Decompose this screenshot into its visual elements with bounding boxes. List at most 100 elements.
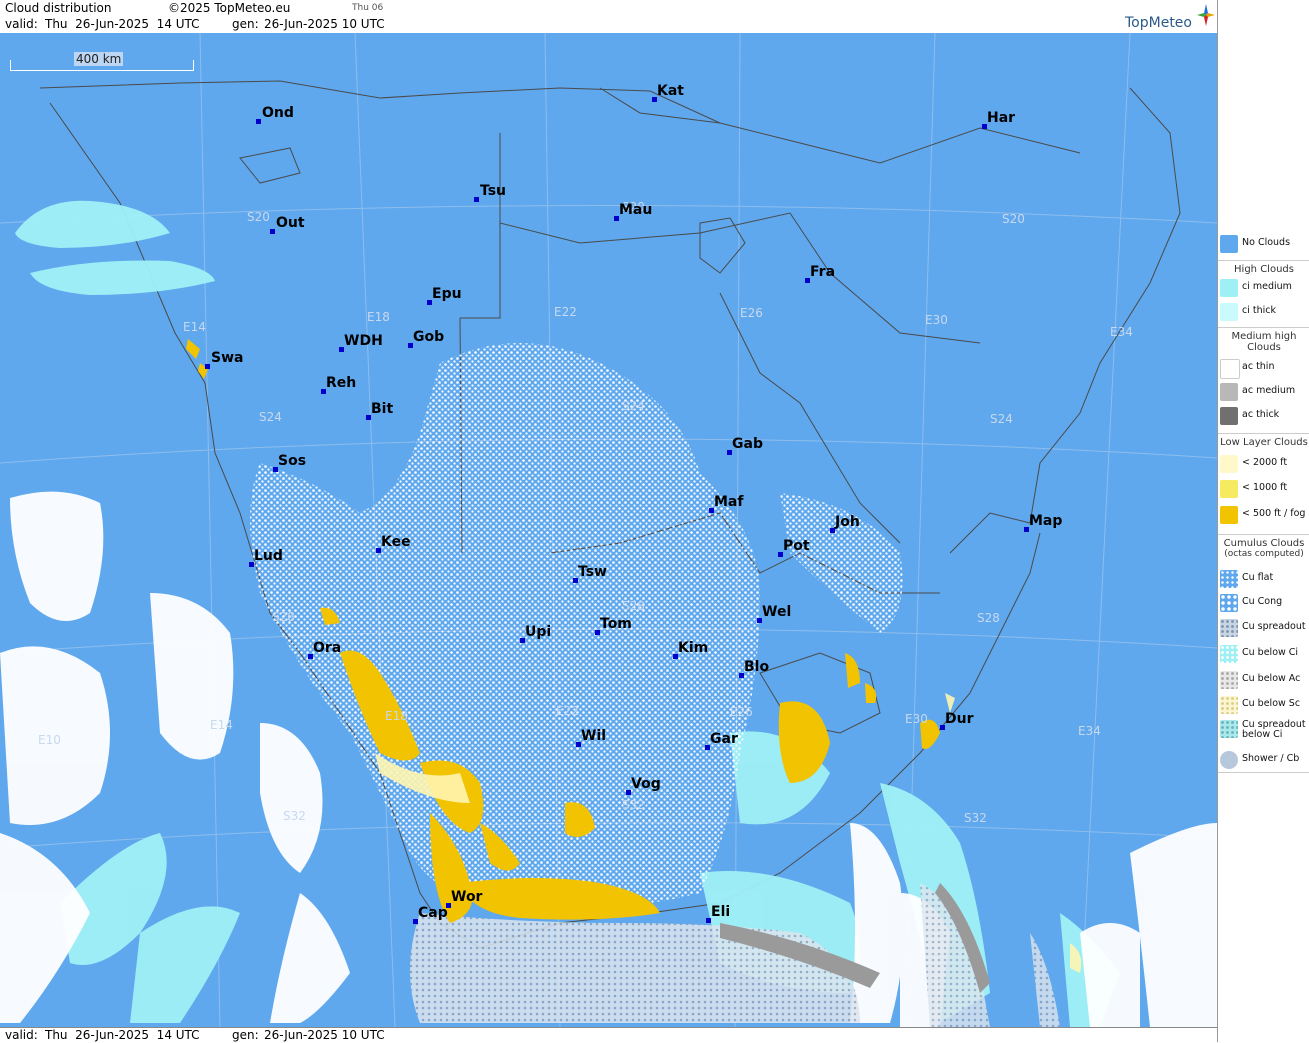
legend-swatch bbox=[1220, 359, 1240, 379]
grid-label-lon: E18 bbox=[385, 709, 408, 723]
legend-cu-below-sc: Cu below Sc bbox=[1218, 694, 1309, 716]
grid-label-lat: S20 bbox=[247, 210, 270, 224]
city-marker[interactable]: Maf bbox=[709, 494, 743, 513]
city-marker[interactable]: Mau bbox=[614, 202, 652, 221]
legend-low-1000: < 1000 ft bbox=[1218, 478, 1309, 500]
scale-bar-label: 400 km bbox=[74, 52, 124, 66]
grid-label-lon: E14 bbox=[183, 320, 206, 334]
city-marker[interactable]: Gab bbox=[727, 436, 763, 455]
city-marker[interactable]: Dur bbox=[940, 711, 974, 730]
city-dot-icon bbox=[614, 216, 619, 221]
grid-label-lon: E26 bbox=[740, 306, 763, 320]
copyright-text: ©2025 TopMeteo.eu bbox=[168, 1, 291, 15]
legend-swatch bbox=[1220, 720, 1238, 738]
city-dot-icon bbox=[757, 618, 762, 623]
city-marker[interactable]: Har bbox=[982, 110, 1015, 129]
city-marker[interactable]: Wil bbox=[576, 728, 606, 747]
city-dot-icon bbox=[321, 389, 326, 394]
city-marker[interactable]: Ora bbox=[308, 640, 341, 659]
city-dot-icon bbox=[626, 790, 631, 795]
city-marker[interactable]: Gob bbox=[408, 329, 444, 348]
grid-label-lat: S28 bbox=[622, 599, 645, 613]
city-marker[interactable]: Gar bbox=[705, 731, 738, 750]
city-dot-icon bbox=[366, 415, 371, 420]
city-dot-icon bbox=[673, 654, 678, 659]
grid-label-lat: S28 bbox=[272, 610, 295, 624]
city-dot-icon bbox=[408, 343, 413, 348]
legend-swatch bbox=[1220, 506, 1238, 524]
city-marker[interactable]: Reh bbox=[321, 375, 356, 394]
grid-label-lon: E10 bbox=[38, 733, 61, 747]
city-marker[interactable]: Wor bbox=[446, 889, 482, 908]
legend-shower-cb: Shower / Cb bbox=[1218, 749, 1309, 771]
city-marker[interactable]: Lud bbox=[249, 548, 283, 567]
legend-low-title: Low Layer Clouds bbox=[1220, 437, 1308, 448]
city-dot-icon bbox=[805, 278, 810, 283]
city-marker[interactable]: Swa bbox=[205, 350, 243, 369]
legend-swatch bbox=[1220, 619, 1238, 637]
city-marker[interactable]: Map bbox=[1024, 513, 1062, 532]
legend-swatch bbox=[1220, 570, 1238, 588]
legend-ci-thick: ci thick bbox=[1218, 301, 1309, 323]
city-marker[interactable]: Fra bbox=[805, 264, 835, 283]
city-dot-icon bbox=[573, 578, 578, 583]
legend-swatch bbox=[1220, 671, 1238, 689]
grid-label-lon: E26 bbox=[730, 705, 753, 719]
valid-label: valid: bbox=[5, 17, 38, 31]
city-marker[interactable]: Epu bbox=[427, 286, 462, 305]
legend-swatch bbox=[1220, 407, 1238, 425]
city-marker[interactable]: Cap bbox=[413, 905, 448, 924]
legend-swatch bbox=[1220, 594, 1238, 612]
grid-label-lat: S32 bbox=[964, 811, 987, 825]
grid-label-lon: E22 bbox=[554, 305, 577, 319]
footer-gen-value: 26-Jun-2025 10 UTC bbox=[264, 1028, 385, 1042]
legend-swatch bbox=[1220, 645, 1238, 663]
city-dot-icon bbox=[739, 673, 744, 678]
city-marker[interactable]: Kee bbox=[376, 534, 411, 553]
city-marker[interactable]: Eli bbox=[706, 904, 730, 923]
legend-bottom-rule bbox=[1218, 772, 1309, 773]
city-marker[interactable]: Tsu bbox=[474, 183, 506, 202]
legend-swatch bbox=[1220, 383, 1238, 401]
city-marker[interactable]: Vog bbox=[626, 776, 661, 795]
legend-high-title: High Clouds bbox=[1234, 264, 1294, 275]
city-marker[interactable]: Kim bbox=[673, 640, 708, 659]
legend-cu-flat: Cu flat bbox=[1218, 568, 1309, 590]
grid-label-lat: S20 bbox=[1002, 212, 1025, 226]
city-marker[interactable]: Joh bbox=[830, 514, 860, 533]
legend-high-section: High Clouds bbox=[1218, 260, 1309, 275]
city-dot-icon bbox=[376, 548, 381, 553]
city-marker[interactable]: Pot bbox=[778, 538, 810, 557]
city-marker[interactable]: Sos bbox=[273, 453, 306, 472]
city-marker[interactable]: Tom bbox=[595, 616, 632, 635]
legend-ci-medium: ci medium bbox=[1218, 277, 1309, 299]
legend-medium-section: Medium high Clouds bbox=[1218, 327, 1309, 353]
city-marker[interactable]: Bit bbox=[366, 401, 393, 420]
city-dot-icon bbox=[778, 552, 783, 557]
legend-medium-title: Medium high Clouds bbox=[1231, 331, 1297, 353]
legend-swatch bbox=[1220, 279, 1238, 297]
legend-cu-spreadout: Cu spreadout bbox=[1218, 617, 1309, 639]
city-marker[interactable]: Kat bbox=[652, 83, 684, 102]
grid-label-lat: S32 bbox=[283, 809, 306, 823]
grid-label-lat: S24 bbox=[622, 399, 645, 413]
topmeteo-logo[interactable]: TopMeteo bbox=[1125, 15, 1192, 31]
city-marker[interactable]: Blo bbox=[739, 659, 769, 678]
city-marker[interactable]: WDH bbox=[339, 333, 383, 352]
city-dot-icon bbox=[474, 197, 479, 202]
legend-ac-thin: ac thin bbox=[1218, 357, 1309, 379]
city-marker[interactable]: Wel bbox=[757, 604, 791, 623]
city-marker[interactable]: Ond bbox=[256, 105, 294, 124]
city-marker[interactable]: Out bbox=[270, 215, 305, 234]
city-dot-icon bbox=[520, 638, 525, 643]
city-marker[interactable]: Tsw bbox=[573, 564, 607, 583]
legend-swatch bbox=[1220, 696, 1238, 714]
grid-label-lat: S24 bbox=[990, 412, 1013, 426]
valid-value: Thu 26-Jun-2025 14 UTC bbox=[45, 17, 200, 31]
legend-cu-title: Cumulus Clouds bbox=[1223, 538, 1305, 549]
city-dot-icon bbox=[205, 364, 210, 369]
legend-cu-section: Cumulus Clouds (octas computed) bbox=[1218, 534, 1309, 559]
city-marker[interactable]: Upi bbox=[520, 624, 551, 643]
cloud-map[interactable]: 400 km S20 S20 S20 S24 S24 S24 S28 S28 S… bbox=[0, 33, 1217, 1027]
city-dot-icon bbox=[413, 919, 418, 924]
